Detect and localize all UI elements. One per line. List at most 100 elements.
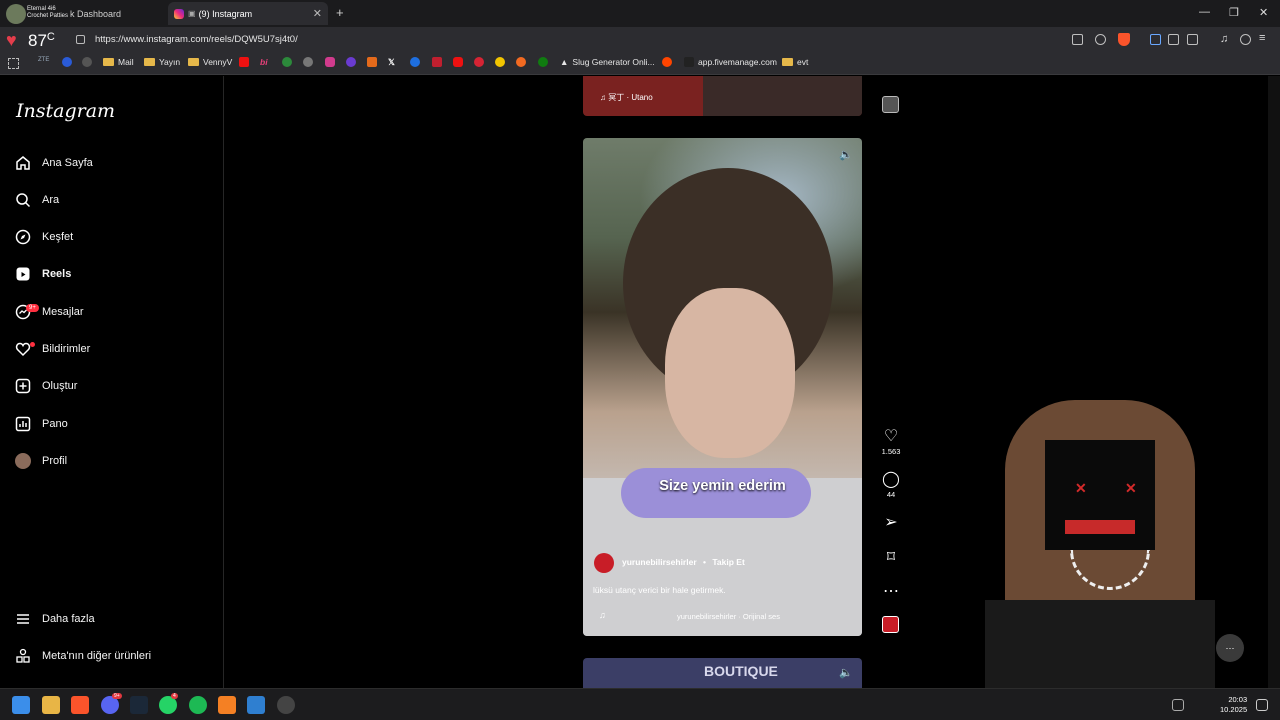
- bookmark-slug-generator[interactable]: ▲ Slug Generator Onli...: [560, 57, 655, 67]
- volume-icon[interactable]: 🔈: [839, 148, 853, 161]
- site-settings-icon[interactable]: [76, 35, 85, 44]
- bookmark-icon-6[interactable]: [325, 57, 339, 67]
- file-explorer-icon[interactable]: [42, 696, 60, 714]
- bookmark-fivemanage[interactable]: app.fivemanage.com: [684, 57, 777, 67]
- floating-overlay-button[interactable]: ⋯: [1216, 634, 1244, 662]
- app-icon[interactable]: [218, 696, 236, 714]
- brave-shield-icon[interactable]: [1118, 33, 1130, 46]
- vpn-icon[interactable]: [1150, 34, 1161, 45]
- bookmark-evt[interactable]: evt: [782, 57, 808, 67]
- reel-audio-thumb[interactable]: [882, 616, 899, 633]
- scrollbar[interactable]: [1268, 76, 1280, 688]
- clock[interactable]: 20:03 10.2025: [1220, 695, 1247, 715]
- nav-create[interactable]: Oluştur: [14, 372, 210, 400]
- windows-start-icon[interactable]: [12, 696, 30, 714]
- comment-button[interactable]: ◯ 44: [870, 469, 912, 499]
- extensions-icon[interactable]: [1168, 34, 1179, 45]
- nav-notifications[interactable]: Bildirimler: [14, 335, 210, 363]
- like-button[interactable]: ♡ 1.563: [870, 426, 912, 456]
- bookmark-zte[interactable]: ZTE: [38, 57, 49, 63]
- share-icon[interactable]: [1095, 34, 1106, 45]
- notification-center-icon[interactable]: [1256, 699, 1268, 711]
- system-tray-icon[interactable]: [1172, 699, 1184, 711]
- nav-messages[interactable]: 9+ Mesajlar: [14, 298, 210, 326]
- cast-icon[interactable]: [1072, 34, 1083, 45]
- restore-icon[interactable]: ❐: [1229, 6, 1239, 19]
- follow-button[interactable]: Takip Et: [712, 557, 744, 567]
- reel-next[interactable]: BOUTIQUE 🔈: [583, 658, 862, 688]
- bookmark-icon-4[interactable]: [282, 57, 296, 67]
- nav-label: Ana Sayfa: [42, 157, 93, 169]
- nav-reels[interactable]: Reels: [14, 260, 210, 288]
- nav-dashboard[interactable]: Pano: [14, 410, 210, 438]
- bookmark-icon-11[interactable]: [495, 57, 509, 67]
- bookmark-mail[interactable]: Mail: [103, 57, 134, 67]
- instagram-logo[interactable]: Instagram: [16, 100, 115, 122]
- reel-username[interactable]: yurunebilirsehirler: [622, 557, 697, 567]
- bookmark-icon-8[interactable]: [367, 57, 381, 67]
- bookmark-icon-9[interactable]: [410, 57, 424, 67]
- share-button[interactable]: ➢: [870, 512, 912, 532]
- close-window-icon[interactable]: ✕: [1259, 6, 1268, 19]
- nav-search[interactable]: Ara: [14, 186, 210, 214]
- bookmark-youtube[interactable]: [453, 57, 467, 67]
- menu-icon[interactable]: ≡: [1259, 32, 1270, 44]
- settings-app-icon[interactable]: [277, 696, 295, 714]
- remote-desktop-icon[interactable]: [247, 696, 265, 714]
- bookmark-label: Mail: [118, 57, 134, 67]
- reel-current[interactable]: Size yemin ederim 🔈 yurunebilirsehirler …: [583, 138, 862, 636]
- save-button[interactable]: ⌑: [870, 547, 912, 567]
- close-tab-icon[interactable]: ✕: [313, 7, 322, 20]
- bookmark-icon-2[interactable]: [82, 57, 96, 67]
- reel-previous-audio[interactable]: ♫ 冥丁 · Utano: [600, 92, 653, 103]
- bookmark-label: bi: [260, 57, 268, 67]
- bookmark-icon-5[interactable]: [303, 57, 317, 67]
- bookmark-x[interactable]: 𝕏: [388, 57, 395, 68]
- pixel-mouth: [1065, 520, 1135, 534]
- bookmark-yayin[interactable]: Yayın: [144, 57, 180, 67]
- more-options-button[interactable]: ⋯: [870, 581, 912, 601]
- nav-label: Bildirimler: [42, 343, 91, 355]
- url-input[interactable]: https://www.instagram.com/reels/DQW5U7sj…: [95, 34, 298, 45]
- nav-meta-products[interactable]: Meta'nın diğer ürünleri: [14, 642, 210, 670]
- brave-icon[interactable]: [71, 696, 89, 714]
- tab-strip: Eternal 4i6 Crochet Patties k Dashboard …: [0, 0, 1280, 27]
- reel-user-avatar[interactable]: [594, 553, 614, 573]
- bookmark-vennyv[interactable]: VennyV: [188, 57, 232, 67]
- tab-instagram[interactable]: ▣ (9) Instagram ✕: [168, 2, 328, 25]
- new-tab-button[interactable]: +: [336, 5, 344, 20]
- notification-dot: [30, 342, 35, 347]
- sidebar-icon[interactable]: [1187, 34, 1198, 45]
- nav-home[interactable]: Ana Sayfa: [14, 149, 210, 177]
- bookmark-icon-7[interactable]: [346, 57, 360, 67]
- bookmark-xbox[interactable]: [538, 57, 552, 67]
- slug-icon: ▲: [560, 57, 569, 67]
- spotify-icon[interactable]: [189, 696, 207, 714]
- bookmark-bi[interactable]: bi: [260, 57, 268, 67]
- profile-avatar-image: [15, 453, 31, 469]
- folder-icon: [103, 58, 114, 66]
- reel-previous[interactable]: ♫ 冥丁 · Utano: [583, 76, 862, 116]
- bookmark-favicon-icon: [303, 57, 313, 67]
- bookmark-label: evt: [797, 57, 809, 67]
- reel-audio[interactable]: yurunebilirsehirler · Orijinal ses: [677, 612, 780, 621]
- reel-caption-overlay: Size yemin ederim: [659, 478, 786, 494]
- minimize-icon[interactable]: —: [1199, 6, 1210, 18]
- volume-icon[interactable]: 🔈: [839, 666, 853, 679]
- bookmark-icon-12[interactable]: [516, 57, 530, 67]
- steam-icon[interactable]: [130, 696, 148, 714]
- wallet-icon[interactable]: [1240, 34, 1251, 45]
- nav-profile[interactable]: Profil: [14, 447, 210, 475]
- bookmark-pinterest[interactable]: [474, 57, 488, 67]
- tab-dashboard[interactable]: k Dashboard: [4, 2, 164, 25]
- bookmark-icon-1[interactable]: [62, 57, 76, 67]
- bookmark-reddit[interactable]: [662, 57, 676, 67]
- music-icon[interactable]: ♫: [1220, 33, 1231, 45]
- nav-explore[interactable]: Keşfet: [14, 223, 210, 251]
- separator-dot: •: [703, 557, 706, 567]
- bookmark-icon-10[interactable]: [432, 57, 446, 67]
- bookmark-icon-3[interactable]: [239, 57, 253, 67]
- apps-grid-icon[interactable]: [8, 58, 19, 69]
- reel-previous-audio-thumb[interactable]: [882, 96, 899, 113]
- nav-more[interactable]: Daha fazla: [14, 605, 210, 633]
